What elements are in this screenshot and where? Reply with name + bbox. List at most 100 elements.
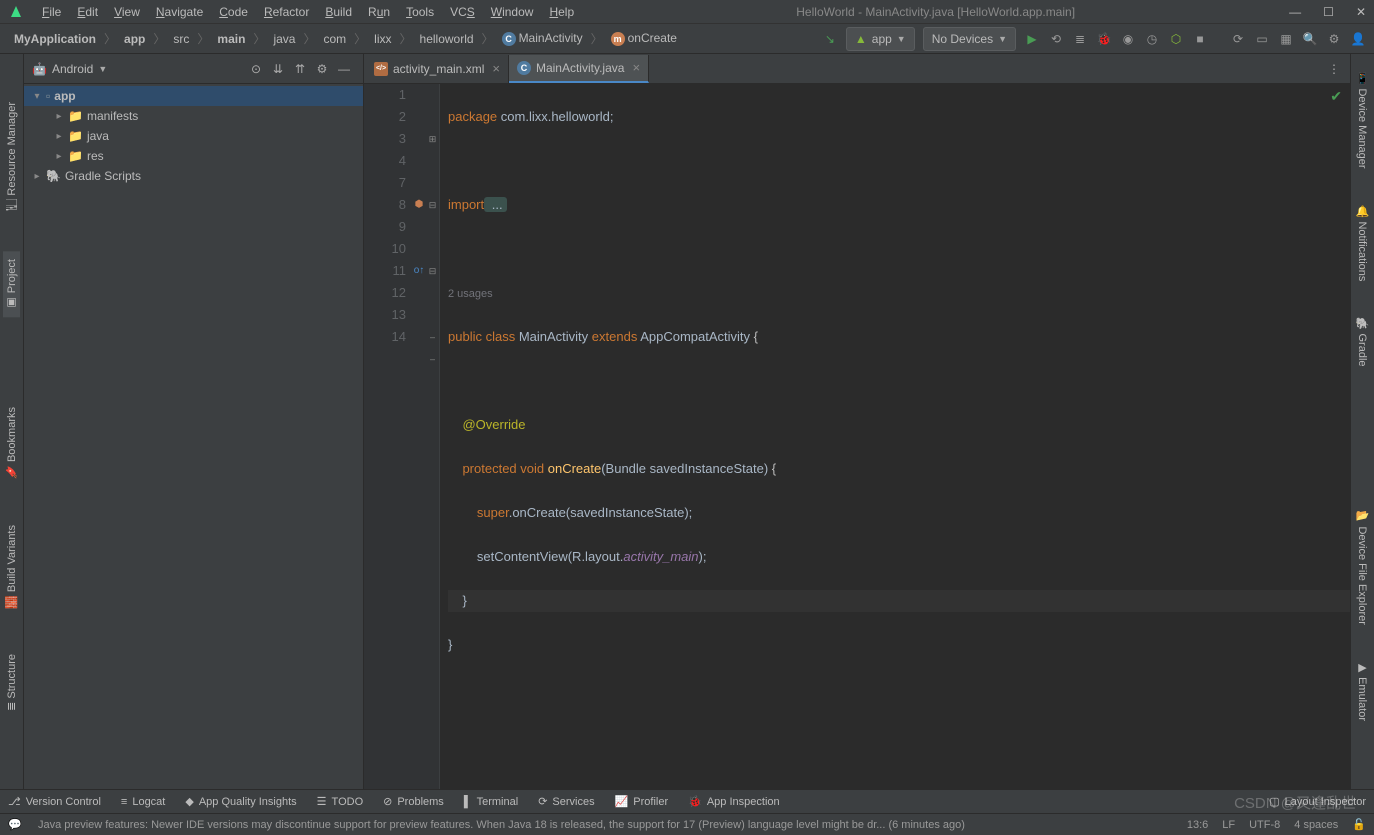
tool-terminal[interactable]: ▌ Terminal xyxy=(464,796,518,808)
code-editor[interactable]: ✔ 1234 78 91011 121314 ⬢ o↑ ⊞ ⊟⊟ –– pack… xyxy=(364,84,1350,789)
editor-tab-activity-main[interactable]: </> activity_main.xml × xyxy=(366,55,509,83)
folder-icon: 📁 xyxy=(68,109,83,123)
menu-file[interactable]: File xyxy=(34,5,69,19)
window-title: HelloWorld - MainActivity.java [HelloWor… xyxy=(582,5,1289,19)
close-button[interactable]: ✕ xyxy=(1356,5,1366,19)
read-only-toggle[interactable]: 🔓 xyxy=(1352,818,1366,831)
crumb-1[interactable]: app xyxy=(120,30,149,48)
search-everywhere-button[interactable]: 🔍 xyxy=(1298,27,1322,51)
crumb-3[interactable]: main xyxy=(213,30,249,48)
android-studio-logo xyxy=(8,4,24,20)
crumb-9[interactable]: monCreate xyxy=(607,29,681,48)
analysis-ok-icon: ✔ xyxy=(1330,88,1342,105)
project-view-selector[interactable]: 🤖 Android ▼ xyxy=(32,62,107,76)
project-expand-all[interactable]: ⇊ xyxy=(267,58,289,80)
tool-app-quality[interactable]: ◆ App Quality Insights xyxy=(185,795,296,808)
editor-tab-bar: </> activity_main.xml × C MainActivity.j… xyxy=(364,54,1350,84)
avd-manager-button[interactable]: ▭ xyxy=(1250,27,1274,51)
device-selector[interactable]: No Devices ▼ xyxy=(923,27,1016,51)
tool-structure[interactable]: ≣ Structure xyxy=(3,646,20,719)
user-button[interactable]: 👤 xyxy=(1346,27,1370,51)
code-content[interactable]: package com.lixx.helloworld; import ... … xyxy=(440,84,1350,789)
run-config-selector[interactable]: ▲ app ▼ xyxy=(846,27,915,51)
status-message[interactable]: Java preview features: Newer IDE version… xyxy=(38,819,1173,831)
menu-edit[interactable]: Edit xyxy=(69,5,106,19)
tool-resource-manager[interactable]: 🗂 Resource Manager xyxy=(3,94,20,221)
chevron-down-icon: ▾ xyxy=(32,91,42,102)
crumb-8[interactable]: CMainActivity xyxy=(498,29,587,48)
menu-build[interactable]: Build xyxy=(317,5,360,19)
tool-build-variants[interactable]: 🧱 Build Variants xyxy=(3,517,20,617)
tool-device-file-explorer[interactable]: 📂 Device File Explorer xyxy=(1354,502,1371,633)
sync-gradle-button[interactable]: ⟳ xyxy=(1226,27,1250,51)
tree-node-gradle-scripts[interactable]: ▸ 🐘 Gradle Scripts xyxy=(24,166,363,186)
menu-bar: File Edit View Navigate Code Refactor Bu… xyxy=(0,0,1374,24)
crumb-4[interactable]: java xyxy=(269,30,299,48)
tool-logcat[interactable]: ≡ Logcat xyxy=(121,796,165,808)
chevron-right-icon: ▸ xyxy=(32,171,42,182)
tree-node-app[interactable]: ▾ ▫ app xyxy=(24,86,363,106)
stop-button[interactable]: ■ xyxy=(1188,27,1212,51)
profile-button[interactable]: ◷ xyxy=(1140,27,1164,51)
menu-view[interactable]: View xyxy=(106,5,148,19)
gradle-icon: 🐘 xyxy=(46,169,61,183)
editor-tab-main-activity[interactable]: C MainActivity.java × xyxy=(509,55,649,83)
menu-tools[interactable]: Tools xyxy=(398,5,442,19)
tab-more-button[interactable]: ⋮ xyxy=(1318,62,1350,76)
tool-notifications[interactable]: 🔔 Notifications xyxy=(1354,197,1371,289)
class-gutter-icon: ⬢ xyxy=(412,194,426,216)
crumb-2[interactable]: src xyxy=(169,30,193,48)
menu-refactor[interactable]: Refactor xyxy=(256,5,317,19)
tree-node-res[interactable]: ▸ 📁 res xyxy=(24,146,363,166)
project-hide-button[interactable]: — xyxy=(333,58,355,80)
run-button[interactable]: ▶ xyxy=(1020,27,1044,51)
android-icon: ▲ xyxy=(855,32,867,46)
minimize-button[interactable]: — xyxy=(1289,5,1301,19)
attach-debugger-button[interactable]: ⬡ xyxy=(1164,27,1188,51)
build-hammer-icon[interactable]: ↘ xyxy=(818,27,842,51)
menu-help[interactable]: Help xyxy=(541,5,582,19)
tool-app-inspection[interactable]: 🐞 App Inspection xyxy=(688,795,779,808)
tool-profiler[interactable]: 📈 Profiler xyxy=(615,795,669,808)
project-collapse-all[interactable]: ⇈ xyxy=(289,58,311,80)
crumb-6[interactable]: lixx xyxy=(370,30,395,48)
tool-project[interactable]: ▣ Project xyxy=(3,251,20,317)
apply-code-changes-button[interactable]: ≣ xyxy=(1068,27,1092,51)
tool-device-manager[interactable]: 📱 Device Manager xyxy=(1354,64,1371,177)
coverage-button[interactable]: ◉ xyxy=(1116,27,1140,51)
tool-services[interactable]: ⟳ Services xyxy=(538,795,594,808)
fold-gutter[interactable]: ⊞ ⊟⊟ –– xyxy=(426,84,440,789)
project-select-opened-file[interactable]: ⊙ xyxy=(245,58,267,80)
maximize-button[interactable]: ☐ xyxy=(1323,5,1334,19)
tree-node-java[interactable]: ▸ 📁 java xyxy=(24,126,363,146)
marker-gutter: ⬢ o↑ xyxy=(412,84,426,789)
close-tab-icon[interactable]: × xyxy=(629,60,640,75)
menu-window[interactable]: Window xyxy=(483,5,542,19)
file-encoding[interactable]: UTF-8 xyxy=(1249,819,1280,831)
crumb-7[interactable]: helloworld xyxy=(416,30,478,48)
tool-layout-inspector[interactable]: ▢ Layout Inspector xyxy=(1269,795,1366,808)
apply-changes-button[interactable]: ⟲ xyxy=(1044,27,1068,51)
debug-button[interactable]: 🐞 xyxy=(1092,27,1116,51)
tool-version-control[interactable]: ⎇ Version Control xyxy=(8,795,101,808)
tool-emulator[interactable]: ▶ Emulator xyxy=(1354,653,1371,729)
tree-node-manifests[interactable]: ▸ 📁 manifests xyxy=(24,106,363,126)
tool-gradle[interactable]: 🐘 Gradle xyxy=(1354,309,1371,375)
sdk-manager-button[interactable]: ▦ xyxy=(1274,27,1298,51)
tool-bookmarks[interactable]: 🔖 Bookmarks xyxy=(3,399,20,487)
menu-code[interactable]: Code xyxy=(211,5,256,19)
settings-button[interactable]: ⚙ xyxy=(1322,27,1346,51)
menu-vcs[interactable]: VCS xyxy=(442,5,483,19)
close-tab-icon[interactable]: × xyxy=(489,61,500,76)
tool-todo[interactable]: ☰ TODO xyxy=(317,795,363,808)
tool-problems[interactable]: ⊘ Problems xyxy=(383,795,444,808)
crumb-5[interactable]: com xyxy=(319,30,350,48)
crumb-0[interactable]: MyApplication xyxy=(10,30,100,48)
caret-position[interactable]: 13:6 xyxy=(1187,819,1208,831)
project-settings-button[interactable]: ⚙ xyxy=(311,58,333,80)
indent-setting[interactable]: 4 spaces xyxy=(1294,819,1338,831)
menu-run[interactable]: Run xyxy=(360,5,398,19)
line-separator[interactable]: LF xyxy=(1222,819,1235,831)
menu-navigate[interactable]: Navigate xyxy=(148,5,211,19)
event-log-icon[interactable]: 💬 xyxy=(8,818,24,831)
